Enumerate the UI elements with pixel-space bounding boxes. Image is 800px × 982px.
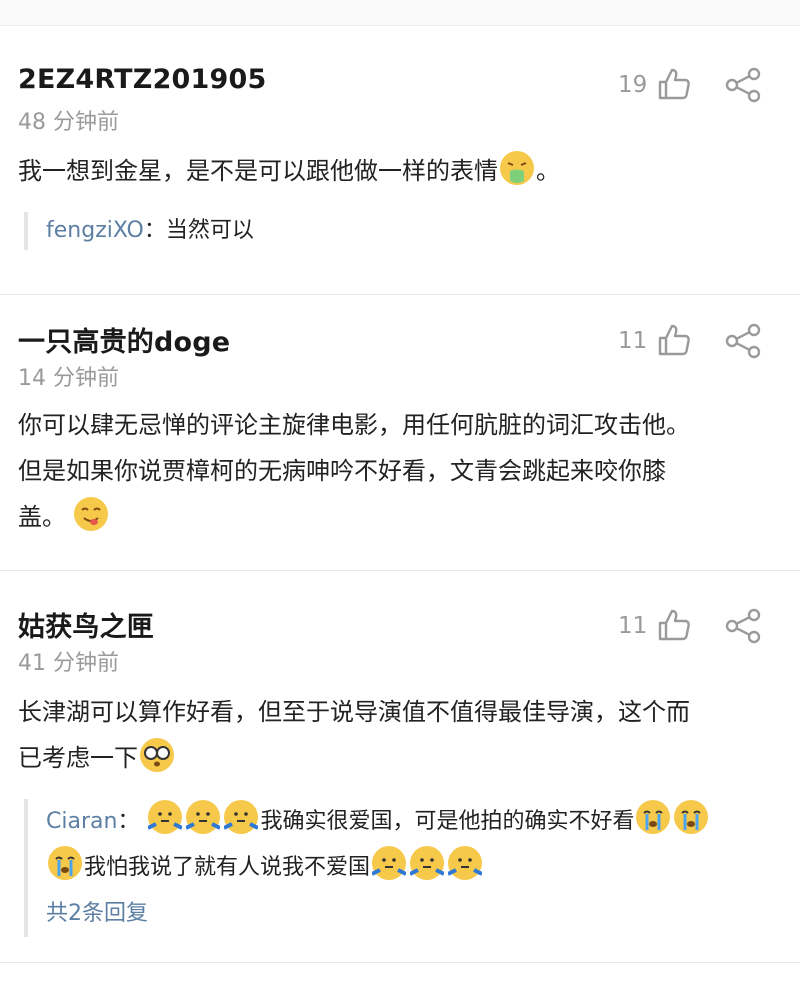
divider bbox=[0, 962, 800, 963]
thumbs-up-icon[interactable] bbox=[656, 322, 692, 358]
reply-text: 当然可以 bbox=[165, 218, 254, 243]
comment-actions: 19 bbox=[616, 66, 786, 106]
reply-thread: fengziXO：当然可以 bbox=[24, 212, 784, 250]
reply-username[interactable]: fengziXO bbox=[46, 218, 144, 243]
view-more-replies-link[interactable]: 共2条回复 bbox=[46, 891, 784, 937]
like-count: 19 bbox=[618, 72, 648, 98]
share-icon[interactable] bbox=[724, 322, 762, 360]
comment-username[interactable]: 姑获鸟之匣 bbox=[18, 605, 154, 644]
share-icon[interactable] bbox=[724, 66, 762, 104]
shrug-face-icon bbox=[371, 846, 407, 880]
top-bar bbox=[0, 0, 800, 26]
crying-face-icon bbox=[674, 800, 709, 834]
yummy-face-icon bbox=[74, 497, 108, 531]
crying-face-icon bbox=[48, 846, 82, 880]
shrug-face-icon bbox=[223, 800, 260, 834]
shrug-face-icon bbox=[147, 800, 184, 834]
comment-time: 48 分钟前 bbox=[18, 110, 119, 135]
comment-time: 14 分钟前 bbox=[18, 366, 119, 391]
thumbs-up-icon[interactable] bbox=[656, 607, 692, 643]
glasses-face-icon bbox=[140, 738, 174, 772]
comment-item: 一只高贵的doge 14 分钟前 11 你可以肆无忌惮的评论主旋律电影，用任何肮… bbox=[0, 320, 800, 570]
reply-thread: Ciaran： 我确实很爱国，可是他拍的确实不好看 我怕我说了就有人说我不爱国 … bbox=[24, 799, 784, 937]
reply-text: 我确实很爱国，可是他拍的确实不好看 bbox=[260, 809, 635, 834]
divider bbox=[0, 294, 800, 295]
comment-text: 我一想到金星，是不是可以跟他做一样的表情。 bbox=[18, 148, 778, 194]
shrug-face-icon bbox=[409, 846, 445, 880]
comment-time: 41 分钟前 bbox=[18, 651, 119, 676]
thumbs-up-icon[interactable] bbox=[656, 66, 692, 102]
shrug-face-icon bbox=[185, 800, 222, 834]
divider bbox=[0, 570, 800, 571]
reply-text: 我怕我说了就有人说我不爱国 bbox=[84, 855, 371, 880]
comment-actions: 11 bbox=[616, 322, 786, 362]
vomit-face-icon bbox=[500, 151, 534, 185]
share-icon[interactable] bbox=[724, 607, 762, 645]
shrug-face-icon bbox=[447, 846, 483, 880]
like-count: 11 bbox=[618, 613, 648, 639]
comment-username[interactable]: 一只高贵的doge bbox=[18, 320, 230, 359]
reply-username[interactable]: Ciaran bbox=[46, 809, 117, 834]
comment-item: 姑获鸟之匣 41 分钟前 11 长津湖可以算作好看，但至于说导演值不值得最佳导演… bbox=[0, 605, 800, 955]
like-count: 11 bbox=[618, 328, 648, 354]
comment-item: 2EZ4RTZ201905 48 分钟前 19 我一想到金星，是不是可以跟他做一… bbox=[0, 64, 800, 294]
comment-text: 你可以肆无忌惮的评论主旋律电影，用任何肮脏的词汇攻击他。 但是如果你说贾樟柯的无… bbox=[18, 411, 690, 531]
comment-actions: 11 bbox=[616, 607, 786, 647]
comment-text: 长津湖可以算作好看，但至于说导演值不值得最佳导演，这个而 已考虑一下 bbox=[18, 698, 690, 772]
crying-face-icon bbox=[636, 800, 671, 834]
comment-username[interactable]: 2EZ4RTZ201905 bbox=[18, 64, 267, 95]
